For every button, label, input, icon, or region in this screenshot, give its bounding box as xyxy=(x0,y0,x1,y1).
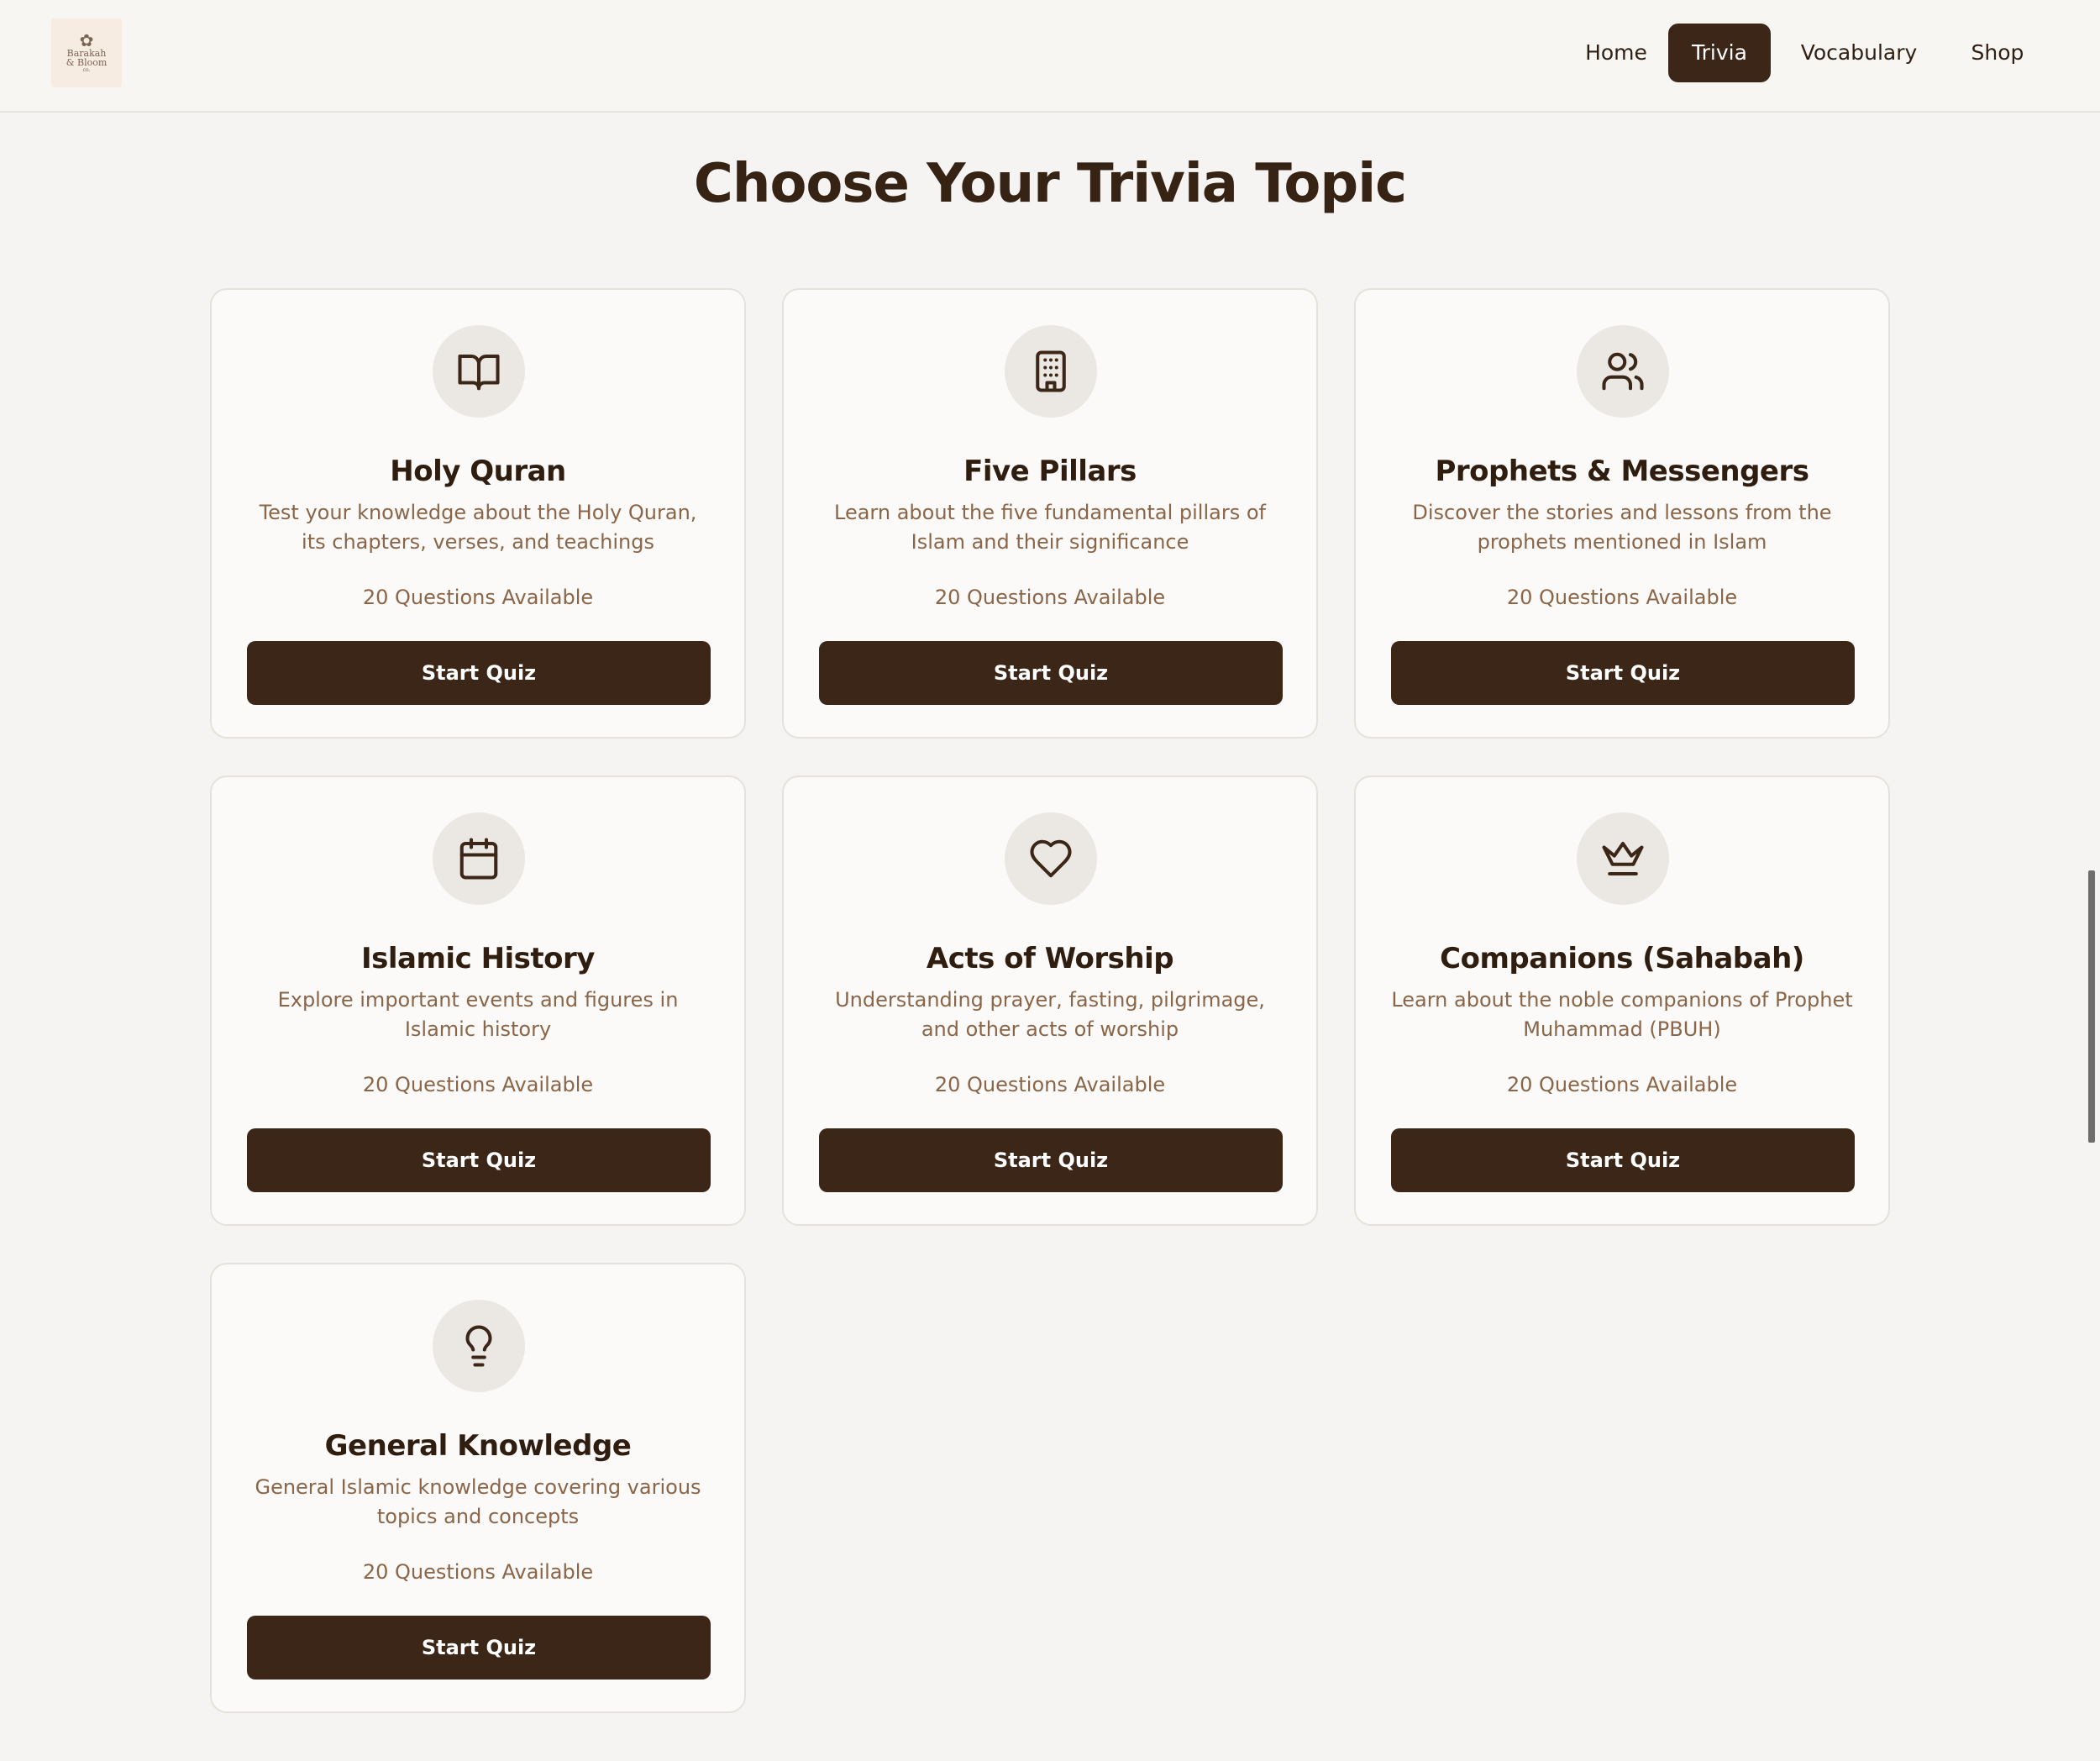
flower-icon: ✿ xyxy=(79,30,94,50)
logo-text-line2: & Bloom xyxy=(66,57,108,68)
brand-logo[interactable]: ✿ Barakah & Bloom co. xyxy=(51,18,122,87)
users-icon xyxy=(1577,325,1669,418)
topic-card-five-pillars: Five Pillars Learn about the five fundam… xyxy=(782,288,1318,739)
topic-title: Companions (Sahabah) xyxy=(1440,942,1804,975)
crown-icon xyxy=(1577,812,1669,905)
nav-link-trivia[interactable]: Trivia xyxy=(1668,24,1771,82)
topic-card-holy-quran: Holy Quran Test your knowledge about the… xyxy=(210,288,746,739)
question-count: 20 Questions Available xyxy=(934,1073,1166,1096)
topic-description: Learn about the five fundamental pillars… xyxy=(834,501,1266,554)
topic-description: Test your knowledge about the Holy Quran… xyxy=(259,501,697,554)
start-quiz-button[interactable]: Start Quiz xyxy=(819,1128,1283,1192)
topic-description: Understanding prayer, fasting, pilgrimag… xyxy=(835,988,1265,1041)
logo-text-line3: co. xyxy=(82,67,91,73)
book-open-icon xyxy=(433,325,525,418)
topic-title: Holy Quran xyxy=(390,455,566,488)
topic-description: Discover the stories and lessons from th… xyxy=(1412,501,1832,554)
question-count: 20 Questions Available xyxy=(1506,586,1738,609)
calendar-icon xyxy=(433,812,525,905)
topic-card-general-knowledge: General Knowledge General Islamic knowle… xyxy=(210,1263,746,1713)
start-quiz-button[interactable]: Start Quiz xyxy=(247,641,711,705)
start-quiz-button[interactable]: Start Quiz xyxy=(1391,1128,1855,1192)
topic-title: General Knowledge xyxy=(324,1429,632,1463)
heart-icon xyxy=(1005,812,1097,905)
nav-link-shop[interactable]: Shop xyxy=(1947,24,2048,82)
page-title: Choose Your Trivia Topic xyxy=(693,153,1407,215)
question-count: 20 Questions Available xyxy=(362,1560,594,1584)
top-navigation-bar: ✿ Barakah & Bloom co. Home Trivia Vocabu… xyxy=(0,0,2100,113)
topic-card-companions: Companions (Sahabah) Learn about the nob… xyxy=(1354,775,1890,1226)
building-icon xyxy=(1005,325,1097,418)
topic-description: Explore important events and figures in … xyxy=(277,988,679,1041)
topic-card-prophets-messengers: Prophets & Messengers Discover the stori… xyxy=(1354,288,1890,739)
vertical-scrollbar[interactable] xyxy=(2088,870,2095,1143)
question-count: 20 Questions Available xyxy=(362,586,594,609)
question-count: 20 Questions Available xyxy=(1506,1073,1738,1096)
start-quiz-button[interactable]: Start Quiz xyxy=(247,1128,711,1192)
start-quiz-button[interactable]: Start Quiz xyxy=(247,1616,711,1680)
topic-card-islamic-history: Islamic History Explore important events… xyxy=(210,775,746,1226)
topic-title: Five Pillars xyxy=(963,455,1137,488)
lightbulb-icon xyxy=(433,1300,525,1392)
nav-link-vocabulary[interactable]: Vocabulary xyxy=(1784,24,1934,82)
topic-title: Prophets & Messengers xyxy=(1435,455,1810,488)
topic-description: General Islamic knowledge covering vario… xyxy=(255,1475,701,1528)
topic-card-acts-of-worship: Acts of Worship Understanding prayer, fa… xyxy=(782,775,1318,1226)
start-quiz-button[interactable]: Start Quiz xyxy=(1391,641,1855,705)
topic-description: Learn about the noble companions of Prop… xyxy=(1391,988,1853,1041)
nav-link-home[interactable]: Home xyxy=(1566,24,1667,82)
topic-title: Islamic History xyxy=(361,942,595,975)
topic-title: Acts of Worship xyxy=(926,942,1174,975)
question-count: 20 Questions Available xyxy=(362,1073,594,1096)
question-count: 20 Questions Available xyxy=(934,586,1166,609)
start-quiz-button[interactable]: Start Quiz xyxy=(819,641,1283,705)
